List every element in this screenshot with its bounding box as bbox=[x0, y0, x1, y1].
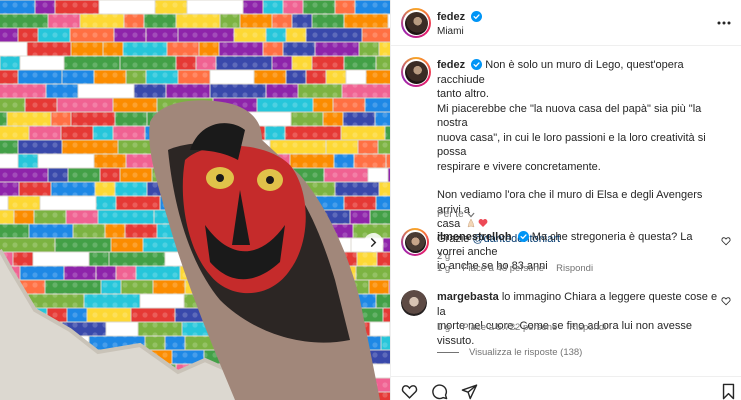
post-media[interactable] bbox=[0, 0, 390, 400]
commenter-avatar[interactable] bbox=[401, 290, 427, 316]
comment-likes[interactable]: Piace a 5.722 persone bbox=[462, 322, 557, 333]
commenter-avatar[interactable] bbox=[401, 228, 429, 256]
comments-sort-dropdown[interactable]: Per te bbox=[437, 209, 475, 220]
caption-text: tanto altro. bbox=[437, 88, 489, 100]
chevron-right-icon bbox=[370, 238, 377, 247]
comment-meta: 1 g Piace a 5.722 persone Rispondi bbox=[437, 322, 606, 333]
replies-divider bbox=[437, 352, 459, 353]
view-replies-button[interactable]: Visualizza le risposte (138) bbox=[437, 347, 582, 358]
post-header: fedez Miami bbox=[391, 0, 741, 46]
verified-icon bbox=[471, 11, 483, 22]
caption-text: nuova casa", in cui le loro passioni e l… bbox=[437, 131, 706, 159]
comment-username[interactable]: ilmenestrelloh bbox=[437, 231, 512, 243]
caption-text: Non vediamo l'ora che il muro di Elsa e … bbox=[437, 189, 703, 216]
heart-icon[interactable] bbox=[721, 296, 731, 306]
share-icon[interactable] bbox=[461, 383, 478, 400]
comment-likes[interactable]: Piace a 48 persone bbox=[462, 263, 544, 274]
view-replies-label: Visualizza le risposte (138) bbox=[469, 347, 583, 358]
post-side-panel: fedez Miami fedez Non è solo un muro di … bbox=[390, 0, 741, 400]
heart-emoji-icon bbox=[478, 219, 488, 227]
verified-icon bbox=[471, 59, 483, 70]
reply-button[interactable]: Rispondi bbox=[556, 263, 593, 274]
bookmark-icon[interactable] bbox=[721, 383, 736, 400]
comment-username[interactable]: margebasta bbox=[437, 291, 499, 303]
heart-icon[interactable] bbox=[721, 236, 731, 246]
author-avatar[interactable] bbox=[401, 8, 431, 38]
comment-icon[interactable] bbox=[431, 383, 448, 400]
verified-icon bbox=[517, 231, 529, 242]
comments-sort-label: Per te bbox=[437, 209, 464, 220]
author-username-row: fedez bbox=[437, 11, 483, 23]
comment-time[interactable]: 1 g bbox=[437, 263, 450, 274]
comment-meta: 1 g Piace a 48 persone Rispondi bbox=[437, 263, 593, 274]
caption-text: Mi piacerebbe che "la nuova casa del pap… bbox=[437, 102, 702, 130]
heart-icon[interactable] bbox=[401, 383, 418, 400]
carousel-next-button[interactable] bbox=[364, 233, 383, 252]
caption-username[interactable]: fedez bbox=[437, 59, 465, 71]
caption-text: respirare e vivere concretamente. bbox=[437, 160, 601, 173]
lego-wall-photo bbox=[0, 0, 390, 400]
comment-time[interactable]: 1 g bbox=[437, 322, 450, 333]
post-location[interactable]: Miami bbox=[437, 26, 464, 37]
reply-button[interactable]: Rispondi bbox=[569, 322, 606, 333]
more-icon[interactable] bbox=[716, 15, 732, 31]
comment-item: margebasta lo immagino Chiara a leggere … bbox=[437, 290, 722, 348]
author-username[interactable]: fedez bbox=[437, 11, 465, 23]
chevron-down-icon bbox=[467, 212, 475, 218]
caption-avatar[interactable] bbox=[401, 57, 431, 87]
post-action-bar bbox=[391, 376, 741, 400]
